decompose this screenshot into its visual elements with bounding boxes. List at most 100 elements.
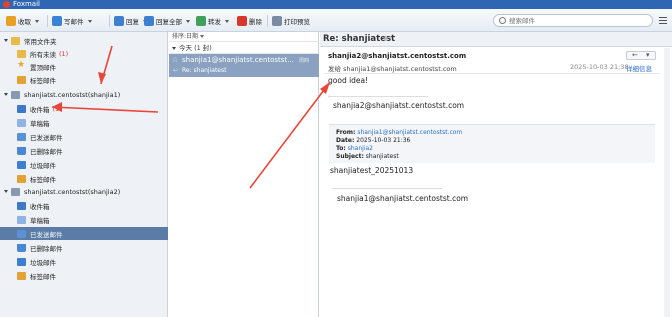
account-icon (11, 90, 20, 99)
sidebar-item-sent[interactable]: 已发送邮件 (0, 227, 168, 240)
delete-button[interactable]: 删除 (237, 15, 262, 27)
list-item[interactable]: ☆ shanjia1@shanjiatst.centostst... 周四 ↩ … (169, 54, 319, 77)
sidebar-item-inbox[interactable]: 收件箱 (0, 199, 168, 212)
print-preview-button[interactable]: 打印预览 (272, 15, 310, 27)
sidebar-account-shanjia2[interactable]: shanjiatst.centostst(shanjia2) (0, 185, 168, 198)
sidebar-group-common[interactable]: 常用文件夹 (0, 34, 168, 47)
sidebar-item-label: 垃圾邮件 (30, 161, 56, 170)
sidebar-group-label: 常用文件夹 (24, 37, 57, 46)
delete-icon (237, 16, 247, 26)
menu-icon[interactable] (659, 17, 667, 24)
star-icon[interactable]: ★ (382, 34, 389, 43)
reader-header: Re: shanjiatest ★ (320, 32, 672, 47)
receive-icon (6, 16, 16, 26)
star-icon[interactable]: ☆ (172, 56, 178, 64)
message-list: 排序:日期 今天 (1 封) ☆ shanjia1@shanjiatst.cen… (169, 32, 319, 317)
sidebar-item-drafts[interactable]: 草稿箱 (0, 116, 168, 129)
toolbar-divider (267, 15, 268, 27)
receive-button[interactable]: 收取 (6, 15, 39, 27)
sidebar-item-deleted[interactable]: 已删除邮件 (0, 241, 168, 254)
message-subject: Re: shanjiatest (182, 67, 227, 74)
chevron-down-icon[interactable] (4, 39, 8, 42)
signature-divider (332, 188, 442, 189)
chevron-down-icon[interactable] (4, 190, 8, 193)
chevron-down-icon (200, 35, 205, 38)
forward-icon (196, 16, 206, 26)
chevron-down-icon[interactable] (172, 46, 176, 50)
quote-from-link[interactable]: shanjia1@shanjiatst.centostst.com (357, 129, 462, 136)
date-group-header[interactable]: 今天 (1 封) (169, 43, 319, 54)
quote-subject-label: Subject: (336, 153, 364, 160)
title-bar: Foxmail (0, 0, 672, 9)
print-preview-label: 打印预览 (284, 18, 310, 26)
chevron-down-icon[interactable] (4, 93, 8, 96)
account-label: shanjiatst.centostst(shanjia2) (24, 187, 121, 196)
sort-label: 排序:日期 (172, 33, 199, 40)
sidebar-item-label: 标签邮件 (30, 76, 56, 85)
tag-icon (17, 75, 26, 84)
sidebar-item-label: 置顶邮件 (30, 63, 56, 72)
sidebar-item-all-unread[interactable]: 所有未读 (1) (0, 47, 168, 60)
sidebar-item-drafts[interactable]: 草稿箱 (0, 213, 168, 226)
vertical-scrollbar[interactable] (664, 48, 670, 317)
sidebar-item-tagged[interactable]: 标签邮件 (0, 172, 168, 185)
header-divider (324, 73, 660, 74)
sidebar-item-label: 已删除邮件 (30, 244, 63, 253)
quoted-body-text: shanjiatest_20251013 (330, 166, 414, 175)
reading-pane: Re: shanjiatest ★ shanjia2@shanjiatst.ce… (320, 32, 672, 317)
draft-icon (17, 118, 26, 127)
sidebar-item-label: 已发送邮件 (30, 133, 63, 142)
sidebar-item-pinned[interactable]: 置顶邮件 (0, 60, 168, 73)
sidebar-item-label: 所有未读 (30, 50, 56, 59)
sidebar-item-junk[interactable]: 垃圾邮件 (0, 255, 168, 268)
chevron-down-icon[interactable] (186, 19, 190, 23)
email-from[interactable]: shanjia2@shanjiatst.centostst.com (328, 52, 466, 60)
toolbar-divider (47, 15, 48, 27)
sidebar-item-sent[interactable]: 已发送邮件 (0, 130, 168, 143)
toolbar: 收取 写邮件 回复 回复全部 转发 删除 打印预览 (0, 9, 672, 32)
sidebar-account-shanjia1[interactable]: shanjiatst.centostst(shanjia1) (0, 88, 168, 101)
sent-icon (17, 229, 26, 238)
sidebar-item-label: 草稿箱 (30, 119, 50, 128)
search-box[interactable] (493, 14, 653, 27)
sidebar-item-junk[interactable]: 垃圾邮件 (0, 158, 168, 171)
chevron-down-icon[interactable] (87, 19, 92, 23)
unread-count-badge: (1) (52, 104, 62, 113)
sidebar-item-inbox[interactable]: 收件箱 (1) (0, 102, 168, 115)
sidebar-item-label: 垃圾邮件 (30, 258, 56, 267)
reply-icon[interactable]: ← (632, 51, 638, 59)
chevron-down-icon[interactable]: ▾ (646, 51, 650, 59)
quote-to-label: To: (336, 145, 346, 152)
unread-count-badge: (1) (59, 49, 69, 58)
receive-label: 收取 (18, 18, 31, 26)
tag-icon (17, 174, 26, 183)
sidebar-item-tagged[interactable]: 标签邮件 (0, 73, 168, 86)
sidebar-item-deleted[interactable]: 已删除邮件 (0, 144, 168, 157)
account-icon (11, 187, 20, 196)
sidebar-item-label: 收件箱 (30, 105, 50, 114)
inbox-icon (17, 104, 26, 113)
sidebar-item-label: 收件箱 (30, 202, 50, 211)
reply-button[interactable]: 回复 (114, 15, 147, 27)
compose-button[interactable]: 写邮件 (52, 15, 92, 27)
quote-date-line: Date: 2025-10-03 21:36 (336, 137, 410, 144)
sidebar-item-tagged[interactable]: 标签邮件 (0, 269, 168, 282)
quote-subject-value: shanjiatest (365, 153, 399, 160)
search-input[interactable] (509, 16, 649, 26)
quote-from-line: From: shanjia1@shanjiatst.centostst.com (336, 129, 462, 136)
chevron-down-icon[interactable] (225, 19, 229, 23)
reply-nav-buttons[interactable]: ← ▾ (626, 51, 656, 60)
trash-icon (17, 146, 26, 155)
chevron-down-icon[interactable] (35, 19, 39, 23)
quote-to-link[interactable]: shanjia2 (348, 145, 373, 152)
reply-all-button[interactable]: 回复全部 (144, 15, 190, 27)
forward-button[interactable]: 转发 (196, 15, 229, 27)
sidebar-item-label: 已发送邮件 (30, 230, 63, 239)
email-date: 2025-10-03 21:38 (570, 63, 629, 71)
compose-icon (52, 16, 62, 26)
details-link[interactable]: 详细信息 (626, 63, 652, 73)
quote-to-line: To: shanjia2 (336, 145, 373, 152)
sort-selector[interactable]: 排序:日期 (169, 32, 319, 42)
email-body-line: good idea! (328, 76, 369, 85)
quote-date-label: Date: (336, 137, 355, 144)
